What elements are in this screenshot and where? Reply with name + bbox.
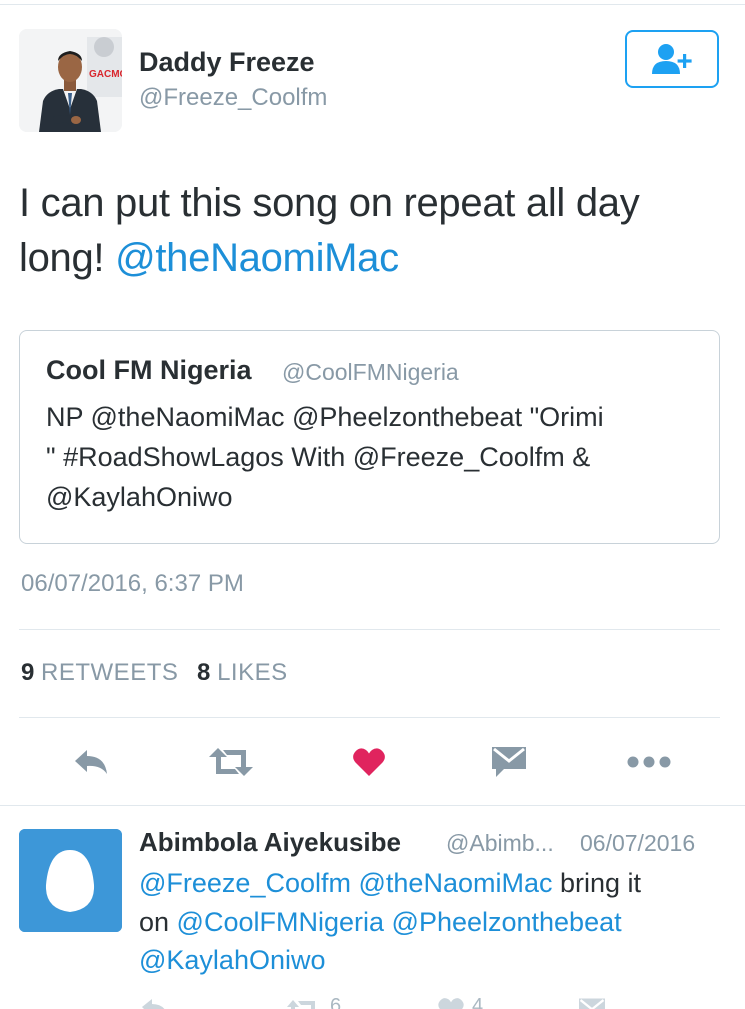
reply-text-body: on	[139, 906, 177, 937]
divider	[19, 717, 720, 718]
quoted-author-handle: @CoolFMNigeria	[282, 359, 459, 385]
quoted-tweet[interactable]: Cool FM Nigeria @CoolFMNigeria NP @theNa…	[19, 330, 720, 544]
reply-text: @Freeze_Coolfm @theNaomiMac bring it on @…	[139, 864, 729, 980]
likes-count: 8	[197, 659, 211, 686]
tweet-text: I can put this song on repeat all day lo…	[19, 176, 719, 286]
reply-icon	[75, 750, 107, 774]
add-user-icon	[652, 44, 692, 74]
like-button[interactable]	[349, 739, 389, 785]
quoted-text-line: " #RoadShowLagos With @Freeze_Coolfm &	[46, 442, 591, 472]
direct-message-button[interactable]	[487, 739, 531, 785]
likes-label: LIKES	[217, 659, 288, 686]
avatar-logo-text: GACMO	[89, 69, 122, 80]
quoted-text-line: @KaylahOniwo	[46, 482, 233, 512]
retweet-icon[interactable]	[285, 999, 321, 1009]
reply-button[interactable]	[66, 739, 116, 785]
reply-author-name[interactable]: Abimbola Aiyekusibe	[139, 827, 401, 858]
mention-link[interactable]: @KaylahOniwo	[139, 945, 326, 975]
reply-text-body: bring it	[552, 868, 642, 898]
quoted-text-line: NP @theNaomiMac @Pheelzonthebeat "Orimi	[46, 402, 604, 432]
follow-button[interactable]	[625, 30, 719, 88]
reply-author-avatar[interactable]	[19, 829, 122, 932]
retweets-count: 9	[21, 659, 35, 686]
author-avatar[interactable]: GACMO	[19, 29, 122, 132]
divider	[19, 629, 720, 630]
retweets-label: RETWEETS	[41, 659, 179, 686]
dm-icon	[492, 747, 526, 777]
retweet-button[interactable]	[204, 739, 258, 785]
mention-link[interactable]: @Freeze_Coolfm	[139, 868, 351, 898]
mention-link[interactable]: @CoolFMNigeria	[177, 907, 384, 937]
reply-date[interactable]: 06/07/2016	[580, 830, 695, 857]
avatar-photo: GACMO	[19, 29, 122, 132]
dm-icon[interactable]	[577, 997, 607, 1009]
mention-link[interactable]: @theNaomiMac	[115, 236, 399, 280]
retweets-stat[interactable]: 9 RETWEETS	[21, 659, 190, 686]
heart-icon	[353, 748, 385, 776]
heart-icon[interactable]	[437, 997, 465, 1009]
reply-icon[interactable]	[140, 997, 170, 1009]
egg-avatar-icon	[19, 829, 122, 932]
tweet-detail: GACMO Daddy Freeze @Freeze_Coolfm I can …	[0, 0, 745, 806]
more-button[interactable]	[624, 739, 674, 785]
reply-author-handle[interactable]: @Abimb...	[446, 830, 554, 857]
mention-link[interactable]: @Pheelzonthebeat	[392, 907, 622, 937]
section-divider	[0, 805, 745, 806]
more-icon	[627, 756, 671, 768]
mention-link[interactable]: @theNaomiMac	[359, 868, 553, 898]
author-handle[interactable]: @Freeze_Coolfm	[139, 84, 327, 112]
likes-stat[interactable]: 8 LIKES	[197, 659, 300, 686]
retweet-icon	[209, 748, 253, 776]
quoted-author-name: Cool FM Nigeria	[46, 355, 252, 385]
reply-action-bar: 6 4	[0, 995, 745, 1009]
tweet-stats: 9 RETWEETS 8 LIKES	[21, 659, 300, 687]
reply-retweet-count: 6	[330, 995, 342, 1009]
quoted-tweet-text: NP @theNaomiMac @Pheelzonthebeat "Orimi …	[46, 397, 706, 517]
tweet-timestamp[interactable]: 06/07/2016, 6:37 PM	[21, 570, 244, 598]
author-name[interactable]: Daddy Freeze	[139, 47, 315, 78]
reply-like-count: 4	[472, 995, 484, 1009]
